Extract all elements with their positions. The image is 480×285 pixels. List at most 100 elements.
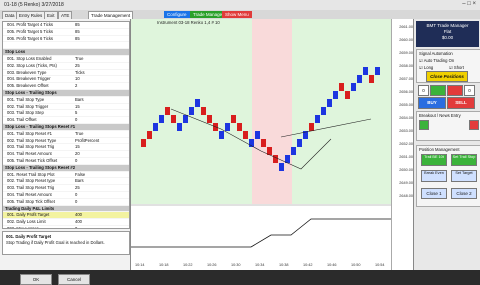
property-name: Stop Loss - Trailing Stops	[5, 89, 57, 95]
property-value[interactable]: 400	[75, 212, 82, 218]
property-value[interactable]: Bars	[75, 97, 84, 103]
renko-brick	[327, 99, 332, 107]
property-description: 001. Daily Profit Target Stop Trading if…	[2, 231, 130, 255]
property-value[interactable]: 85	[75, 22, 80, 28]
cancel-button[interactable]: Cancel	[58, 274, 90, 285]
property-row[interactable]: 002. Trail Stop Reset type Bars	[3, 178, 129, 186]
property-row[interactable]: 004. Profit Target 4 Ticks 85	[3, 22, 129, 29]
property-row[interactable]: 005. Breakeven Offset 2	[3, 83, 129, 90]
property-row[interactable]: 004. Trail Offset 0	[3, 117, 129, 124]
property-row[interactable]: 004. Breakeven Trigger 10	[3, 76, 129, 84]
property-value[interactable]: 0	[75, 117, 77, 123]
property-row[interactable]	[3, 42, 129, 50]
property-value[interactable]: 85	[75, 36, 80, 42]
auto-trading-checkbox[interactable]: ☑ Auto Trading On	[419, 58, 454, 63]
property-row[interactable]: 001. Stop Loss Enabled True	[3, 56, 129, 63]
short-checkbox[interactable]: ☑ Short	[449, 65, 464, 70]
buy-qty[interactable]: 0	[418, 85, 429, 96]
property-row[interactable]: 002. Trail Stop Reset Type ProfitPercent	[3, 138, 129, 145]
property-row[interactable]: 005. Trail Reset Tick Offset 0	[3, 158, 129, 165]
property-name: 001. Trail Stop Reset #1	[7, 130, 52, 136]
price-tick: 2654.00	[399, 116, 413, 120]
show-menu-button[interactable]: Show Menu	[222, 11, 252, 18]
property-value[interactable]: True	[75, 56, 83, 62]
breakout-buy-button[interactable]	[419, 120, 429, 130]
sell-button[interactable]: SELL	[447, 97, 475, 109]
configure-button[interactable]: Configure	[164, 11, 190, 18]
sell-qty[interactable]: 0	[464, 85, 475, 96]
property-name: 001. Daily Profit Target	[7, 212, 50, 218]
property-value[interactable]: 15	[75, 144, 80, 150]
property-value[interactable]: 10	[75, 76, 80, 82]
property-value[interactable]: 2	[75, 83, 77, 89]
property-row[interactable]: 004. Trail Reset Amount 20	[3, 151, 129, 158]
property-value[interactable]: 0	[75, 192, 77, 198]
property-row[interactable]: 001. Trail Stop Type Bars	[3, 97, 129, 104]
ok-button[interactable]: OK	[20, 274, 52, 285]
property-value[interactable]: 25	[75, 185, 80, 191]
close-positions-button[interactable]: Close Positions	[426, 71, 468, 82]
property-value[interactable]: 0	[75, 158, 77, 164]
property-value[interactable]: 85	[75, 29, 80, 35]
property-row[interactable]: 002. Stop Loss (Ticks, Pts) 25	[3, 63, 129, 70]
chart-area[interactable]: Instrument 03-18 Renko 1,4 # 10 2661.00 2…	[131, 19, 414, 270]
buy-up-button[interactable]	[430, 85, 446, 96]
renko-brick	[345, 91, 350, 99]
property-row[interactable]: 001. Reset Trail Stop Plot False	[3, 172, 129, 179]
price-axis[interactable]: 2661.00 2660.00 2659.00 2658.00 2657.00 2656.…	[391, 19, 414, 270]
property-value[interactable]: 15	[75, 104, 80, 110]
property-row[interactable]: 005. Trail Stop Tick Offset 0	[3, 199, 129, 206]
property-row[interactable]: 001. Daily Profit Target 400	[3, 212, 129, 220]
close-1-button[interactable]: Close 1	[421, 188, 447, 199]
property-value[interactable]: Ticks	[75, 70, 85, 76]
close-2-button[interactable]: Close 2	[451, 188, 477, 199]
property-row[interactable]: 006. Profit Target 6 Ticks 85	[3, 36, 129, 43]
property-category[interactable]: Stop Loss - Trailing Stops Reset #1	[3, 123, 129, 131]
property-category[interactable]: Stop Loss - Trailing Stops	[3, 89, 129, 97]
renko-brick	[285, 155, 290, 163]
long-checkbox[interactable]: ☑ Long	[419, 65, 433, 70]
trail-be-button[interactable]: Trail BE 10t	[421, 154, 447, 166]
property-category[interactable]: Stop Loss - Trailing Stops Reset #2	[3, 164, 129, 172]
property-value[interactable]: ProfitPercent	[75, 138, 99, 144]
property-row[interactable]: 004. Trail Reset Amount 0	[3, 192, 129, 199]
property-row[interactable]: 003. Breakeven Type Ticks	[3, 70, 129, 77]
property-value[interactable]: 5	[75, 110, 77, 116]
sell-down-button[interactable]	[447, 85, 463, 96]
property-row[interactable]: 002. Trail Stop Trigger 15	[3, 104, 129, 111]
property-row[interactable]: 005. Profit Target 5 Ticks 85	[3, 29, 129, 36]
property-name: 001. Reset Trail Stop Plot	[7, 171, 55, 177]
set-trail-stop-button[interactable]: Set Trail Stop	[451, 154, 477, 166]
property-value[interactable]: False	[75, 172, 85, 178]
property-row[interactable]: 003. Trail Stop Reset Trig 15	[3, 144, 129, 152]
property-category[interactable]: Stop Loss	[3, 49, 129, 56]
property-category[interactable]: Trading Daily P&L Limits	[3, 205, 129, 213]
property-name: 005. Trail Stop Tick Offset	[7, 198, 55, 204]
buy-button[interactable]: BUY	[418, 97, 446, 109]
time-tick: 10:38	[279, 263, 289, 267]
property-row[interactable]: 003. Trail Stop Step 5	[3, 110, 129, 118]
property-value[interactable]: Bars	[75, 178, 84, 184]
property-row[interactable]: 001. Trail Stop Reset #1 True	[3, 131, 129, 138]
property-row[interactable]: 003. Max Losses 0	[3, 226, 129, 228]
property-row[interactable]: 003. Trail Stop Reset Trig 25	[3, 185, 129, 192]
price-tick: 2652.00	[399, 142, 413, 146]
window-controls[interactable]: – □ ×	[462, 1, 476, 7]
break-even-button[interactable]: Break Even	[421, 170, 447, 182]
property-name: 004. Trail Offset	[7, 117, 37, 123]
property-value[interactable]: 0	[75, 199, 77, 205]
short-zone	[252, 19, 292, 204]
property-row[interactable]: 002. Daily Loss Limit 400	[3, 219, 129, 226]
chart-title: Instrument 03-18 Renko 1,4 # 10	[157, 20, 220, 25]
renko-brick	[237, 123, 242, 131]
breakout-sell-button[interactable]	[469, 120, 479, 130]
property-name: Stop Loss	[5, 49, 26, 55]
property-value[interactable]: 0	[75, 226, 77, 228]
property-value[interactable]: 400	[75, 219, 82, 225]
property-value[interactable]: True	[75, 131, 83, 137]
property-value[interactable]: 20	[75, 151, 80, 157]
set-target-button[interactable]: Set Target	[451, 170, 477, 182]
property-name: Stop Loss - Trailing Stops Reset #2	[5, 164, 76, 170]
property-value[interactable]: 25	[75, 63, 80, 69]
property-grid[interactable]: 004. Profit Target 4 Ticks 85 005. Profit …	[2, 21, 130, 229]
